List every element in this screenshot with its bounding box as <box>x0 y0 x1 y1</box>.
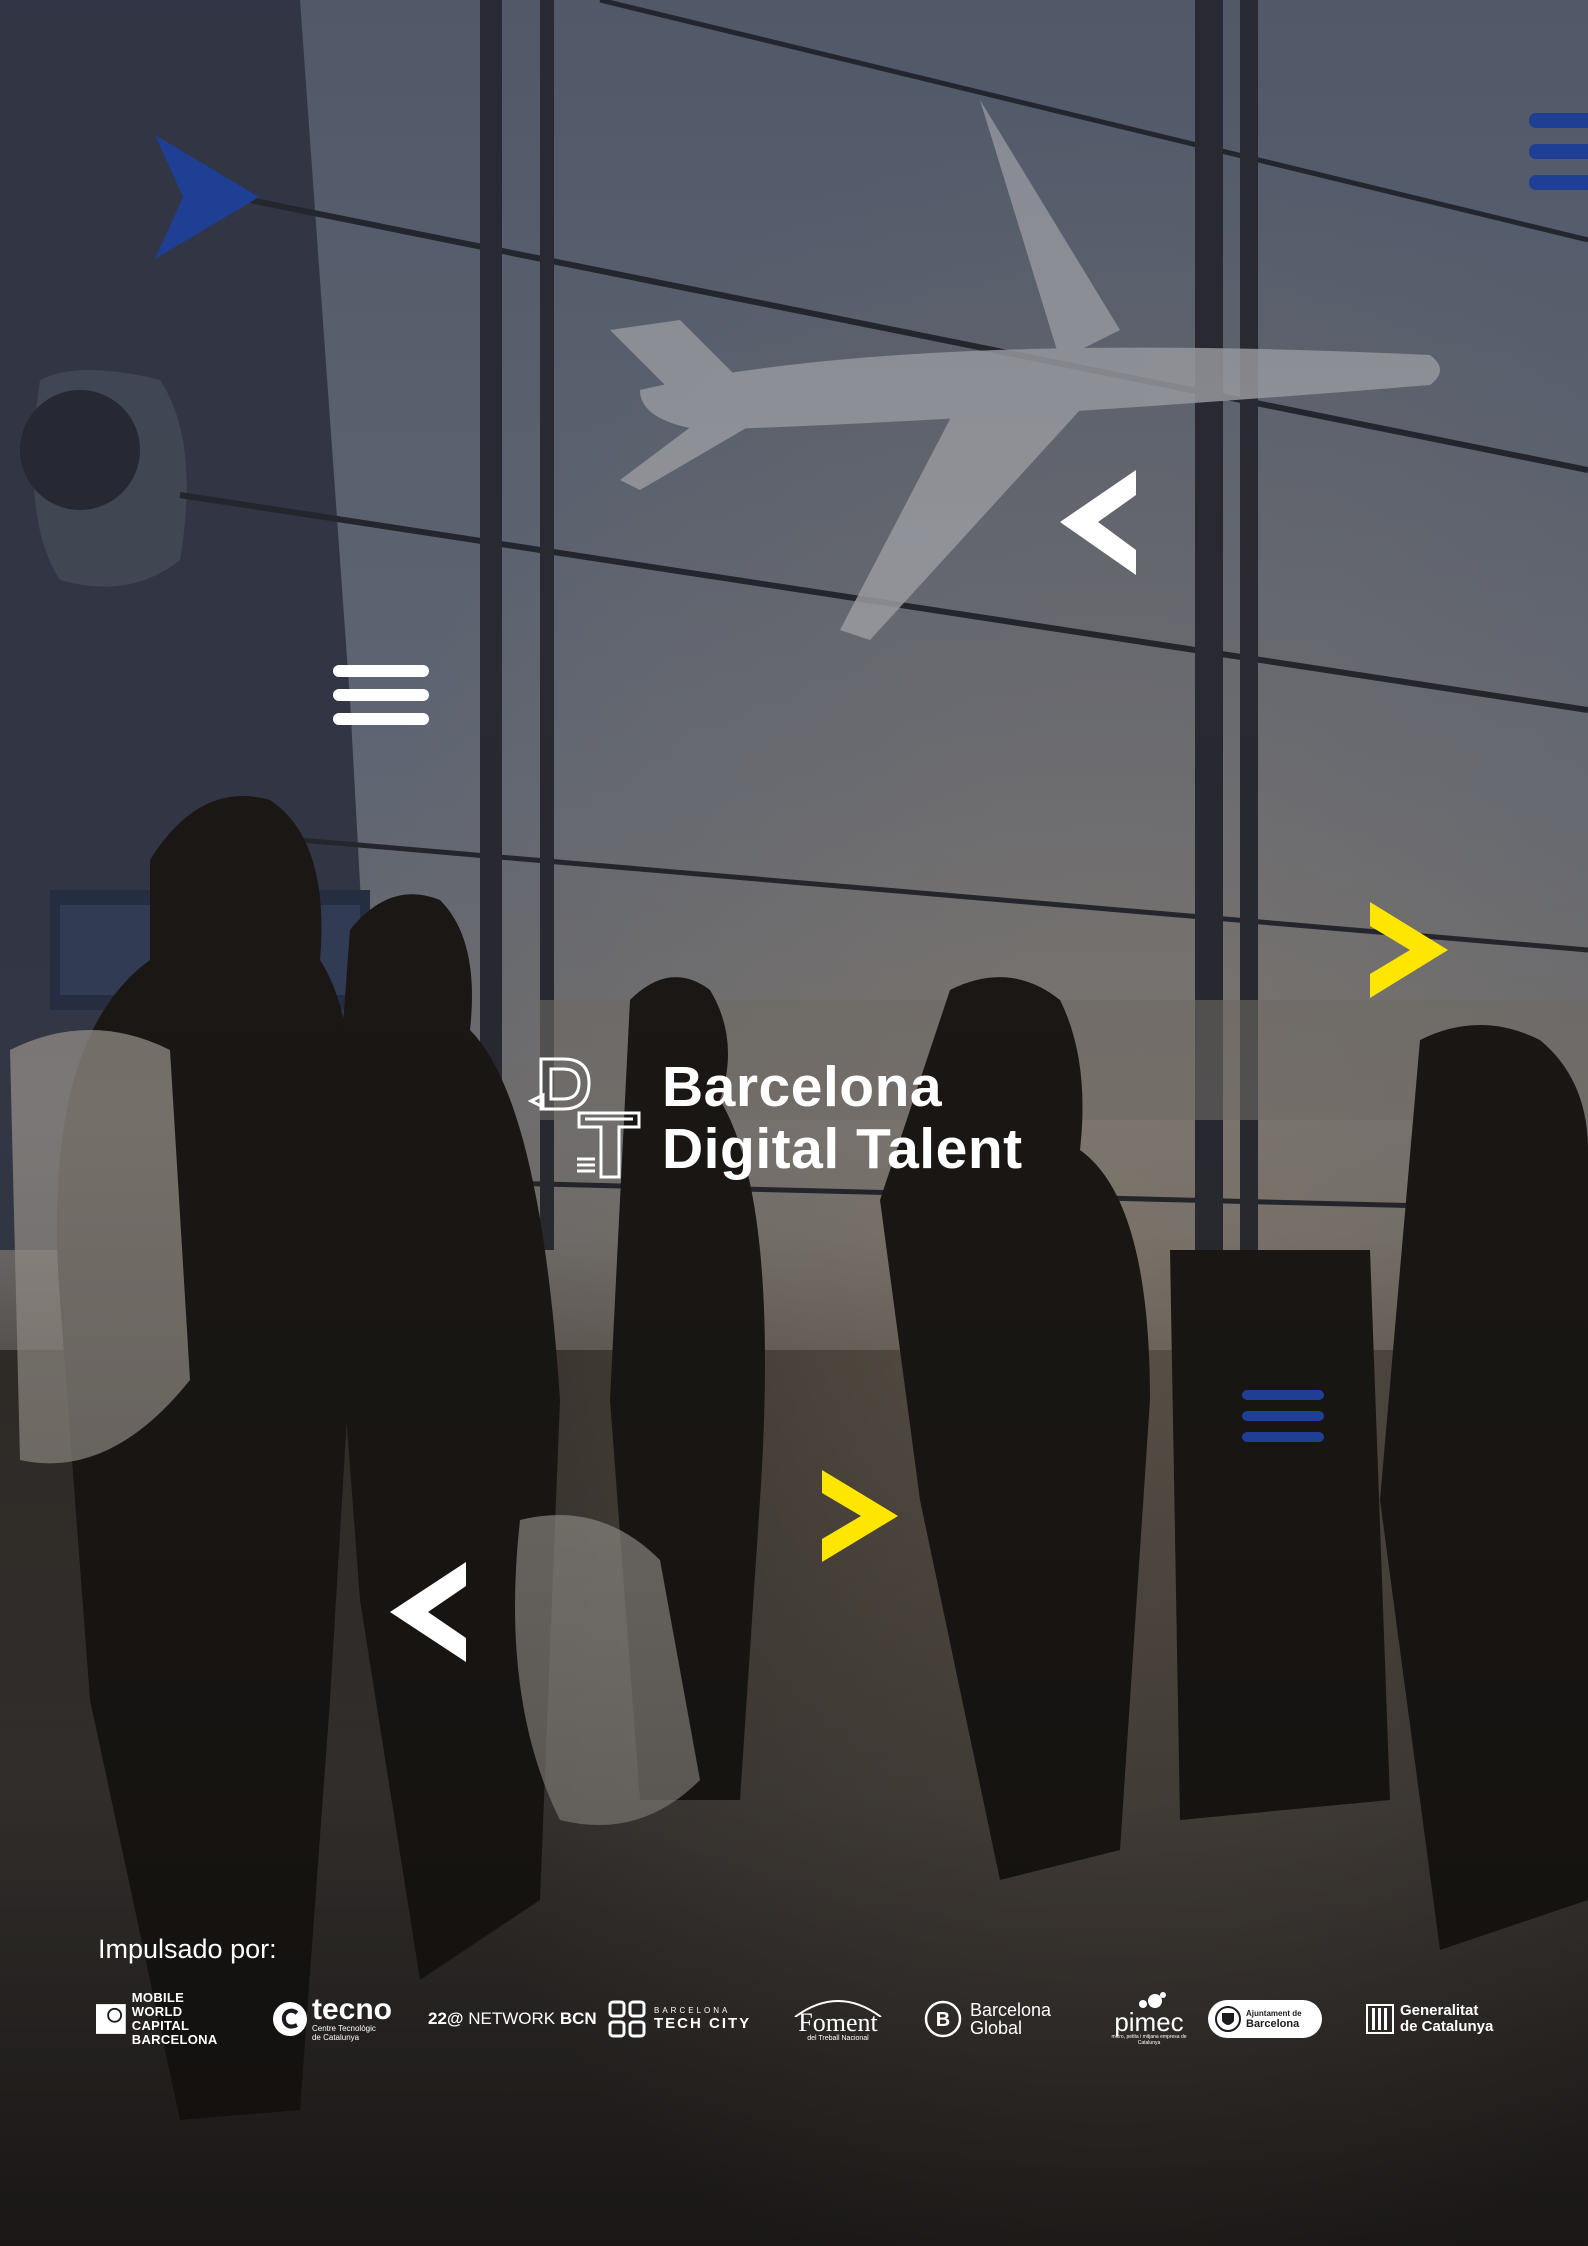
sponsor-tecno: tecno Centre Tecnològic de Catalunya <box>272 1985 392 2053</box>
sponsor-foment: Foment del Treball Nacional <box>788 1985 888 2053</box>
sponsor-logo-strip: MOBILE WORLD CAPITAL BARCELONA tecno Cen… <box>96 1985 1496 2053</box>
brand-line-1: Barcelona <box>662 1054 943 1119</box>
hamburger-menu-icon <box>1242 1390 1324 1442</box>
sponsor-barcelona-global: B Barcelona Global <box>924 1985 1064 2053</box>
chevron-right-icon <box>155 135 259 259</box>
brand-line-2: Digital Talent <box>662 1116 1023 1181</box>
brand-name: Barcelona Digital Talent <box>662 1056 1023 1180</box>
sponsor-generalitat-catalunya: Generalitat de Catalunya <box>1366 1985 1496 2053</box>
chevron-left-icon <box>390 1562 466 1662</box>
ajuntament-shield-icon <box>1215 2006 1241 2032</box>
hamburger-menu-icon <box>333 665 429 725</box>
chevron-left-icon <box>1060 470 1136 575</box>
barcelona-global-logo-icon: B <box>924 2000 962 2038</box>
tecno-logo-icon <box>272 2002 307 2036</box>
tech-city-logo-icon <box>608 2000 646 2038</box>
sponsor-mobile-world-capital: MOBILE WORLD CAPITAL BARCELONA <box>96 1985 236 2053</box>
mwc-logo-icon <box>96 2004 126 2034</box>
chevron-right-icon <box>822 1470 898 1562</box>
hamburger-menu-icon <box>1529 113 1588 190</box>
brand-logo: Barcelona Digital Talent <box>527 1055 1023 1180</box>
sponsor-ajuntament-barcelona: Ajuntament de Barcelona <box>1208 1985 1328 2053</box>
sponsor-pimec: pimec micro, petita i mitjana empresa de… <box>1094 1985 1204 2053</box>
generalitat-stripes-icon <box>1366 2004 1394 2034</box>
sponsor-barcelona-tech-city: BARCELONA TECH CITY <box>608 1985 758 2053</box>
dt-monogram-icon <box>527 1057 641 1179</box>
sponsors-label: Impulsado por: <box>98 1934 277 1964</box>
sponsor-22-network-bcn: 22@ NETWORK BCN <box>428 2009 597 2028</box>
chevron-right-icon <box>1370 902 1448 998</box>
svg-text:B: B <box>936 2009 950 2031</box>
